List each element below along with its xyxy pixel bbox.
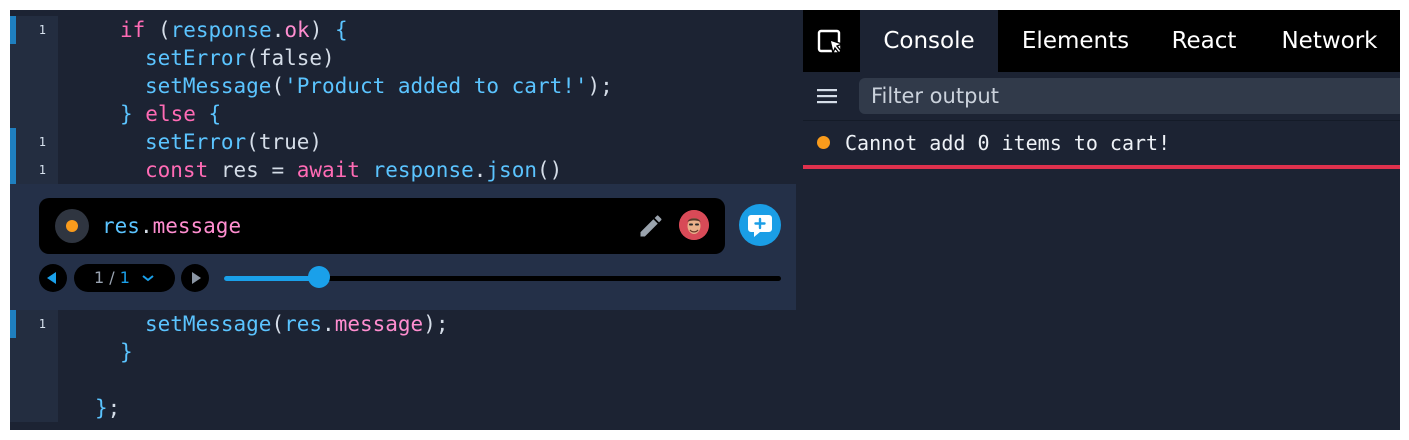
code-line[interactable]: } <box>120 338 133 366</box>
code-line[interactable]: setMessage(res.message); <box>145 310 449 338</box>
tab-network[interactable]: Network <box>1259 10 1400 72</box>
code-line[interactable]: }; <box>95 394 120 422</box>
next-hit-button[interactable] <box>181 264 209 292</box>
code-token: setError <box>145 46 247 70</box>
code-token: if <box>120 18 158 42</box>
code-token: true <box>258 130 310 154</box>
code-token: false <box>258 46 323 70</box>
code-line[interactable]: const res = await response.json() <box>145 156 562 184</box>
code-line[interactable]: if (response.ok) { <box>120 16 348 44</box>
code-token: () <box>536 158 563 182</box>
code-token: { <box>208 102 222 126</box>
cursor-select-icon <box>817 29 845 56</box>
console-filter-row <box>803 72 1400 120</box>
menu-icon[interactable] <box>815 84 839 108</box>
code-token: setMessage <box>145 74 272 98</box>
line-gutter[interactable] <box>10 366 58 394</box>
console-message-text: Cannot add 0 items to cart! <box>845 131 1171 155</box>
tab-elements[interactable]: Elements <box>1002 10 1149 72</box>
code-token: await <box>296 158 373 182</box>
add-comment-button[interactable] <box>739 204 781 246</box>
element-picker-button[interactable] <box>803 10 860 72</box>
line-gutter[interactable] <box>10 100 58 128</box>
logpoint-expr-object: res <box>102 214 140 238</box>
code-line[interactable]: } else { <box>120 100 221 128</box>
code-token: } <box>120 102 146 126</box>
code-token: } <box>120 340 133 364</box>
code-token: ) <box>322 46 335 70</box>
devtools-tabbar: Console Elements React Network <box>803 10 1400 72</box>
code-token: ( <box>271 312 285 336</box>
avatar-face-icon <box>679 210 709 240</box>
app-frame: 1 if (response.ok) {setError(false) setMes… <box>10 10 1400 430</box>
tab-console[interactable]: Console <box>860 10 998 72</box>
add-comment-icon <box>748 215 772 237</box>
logpoint-expr-property: message <box>152 214 242 238</box>
code-token: ( <box>271 74 285 98</box>
avatar[interactable] <box>679 210 709 240</box>
code-token: { <box>335 18 348 42</box>
logpoint-color-button[interactable] <box>55 209 89 243</box>
hit-counter-total: 1 <box>119 268 130 287</box>
hit-counter-separator: / <box>104 268 120 287</box>
code-line[interactable]: setError(false) <box>145 44 335 72</box>
code-token: . <box>473 158 487 182</box>
code-token: = <box>271 158 297 182</box>
code-token: ); <box>423 312 449 336</box>
code-token: json <box>486 158 537 182</box>
line-gutter[interactable] <box>10 394 58 422</box>
hit-counter-dropdown[interactable]: 1 / 1 <box>74 264 175 292</box>
hit-count: 1 <box>38 135 46 149</box>
logpoint-dot <box>66 220 78 232</box>
timeline-slider-thumb[interactable] <box>307 266 330 288</box>
code-token: else <box>145 102 209 126</box>
code-token: . <box>271 18 285 42</box>
line-gutter[interactable] <box>10 44 58 72</box>
code-token: ) <box>309 18 335 42</box>
triangle-right-icon <box>192 272 201 284</box>
code-token: ); <box>587 74 613 98</box>
timeline-slider-fill <box>224 276 319 281</box>
hit-count: 1 <box>38 23 46 37</box>
previous-hit-button[interactable] <box>39 264 67 292</box>
code-token: res <box>284 312 323 336</box>
code-token: ; <box>107 396 121 420</box>
code-token: ) <box>309 130 323 154</box>
code-token: ok <box>284 18 310 42</box>
hit-count: 1 <box>38 317 46 331</box>
code-token: message <box>334 312 424 336</box>
code-token: ( <box>157 18 171 42</box>
code-line[interactable]: setMessage('Product added to cart!'); <box>145 72 613 100</box>
chevron-down-icon <box>142 275 154 282</box>
code-token: 'Product added to cart!' <box>284 74 588 98</box>
code-token: const <box>145 158 221 182</box>
logpoint-expression[interactable]: res.message <box>102 212 241 240</box>
code-token: setMessage <box>145 312 272 336</box>
console-message[interactable]: Cannot add 0 items to cart! <box>803 120 1400 169</box>
logpoint-panel: res.message 1 / 1 <box>10 184 796 310</box>
code-token: response <box>170 18 272 42</box>
code-token: ( <box>246 46 259 70</box>
code-editor[interactable]: 1 if (response.ok) {setError(false) setMes… <box>10 10 796 430</box>
filter-output-input[interactable] <box>859 78 1400 114</box>
code-token: ( <box>246 130 259 154</box>
triangle-left-icon <box>47 272 56 284</box>
line-gutter[interactable] <box>10 338 58 366</box>
pencil-icon[interactable] <box>637 212 665 240</box>
logpoint-expression-box[interactable]: res.message <box>39 198 725 254</box>
code-token: . <box>322 312 335 336</box>
hit-count: 1 <box>38 163 46 177</box>
line-gutter[interactable] <box>10 72 58 100</box>
hit-counter-current: 1 <box>93 268 105 287</box>
logpoint-dot <box>817 136 830 149</box>
logpoint-expr-dot: . <box>139 214 153 238</box>
code-token: res <box>220 158 272 182</box>
code-token: response <box>372 158 474 182</box>
code-line[interactable]: setError(true) <box>145 128 322 156</box>
code-token: setError <box>145 130 247 154</box>
code-token: } <box>95 396 108 420</box>
tab-react[interactable]: React <box>1149 10 1259 72</box>
devtools-panel: ConsoleElementsReactNetwork Cannot add 0… <box>803 10 1400 430</box>
